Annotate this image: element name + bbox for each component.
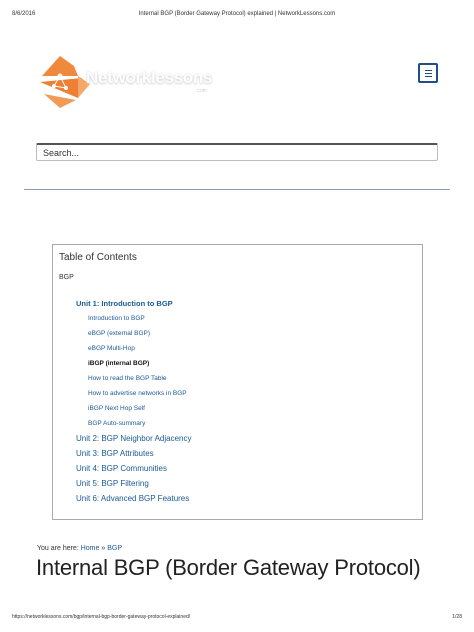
toc-lesson-ibgp-current: iBGP (internal BGP) bbox=[88, 360, 150, 367]
print-url: https://networklessons.com/bgp/internal-… bbox=[12, 614, 191, 620]
table-of-contents: Table of Contents BGP Unit 1: Introducti… bbox=[52, 244, 423, 520]
breadcrumb: You are here: Home » BGP bbox=[37, 545, 122, 552]
toc-lesson-introduction-to-bgp[interactable]: Introduction to BGP bbox=[88, 315, 145, 322]
toc-unit-2[interactable]: Unit 2: BGP Neighbor Adjacency bbox=[76, 434, 191, 443]
header-divider bbox=[24, 189, 450, 190]
logo-subtext: .com bbox=[196, 88, 207, 94]
breadcrumb-bgp-link[interactable]: BGP bbox=[107, 545, 122, 552]
print-header: 8/6/2016 Internal BGP (Border Gateway Pr… bbox=[12, 11, 462, 21]
toc-lesson-read-bgp-table[interactable]: How to read the BGP Table bbox=[88, 375, 167, 382]
toc-lesson-ibgp-next-hop-self[interactable]: iBGP Next Hop Self bbox=[88, 405, 145, 412]
toc-lesson-bgp-auto-summary[interactable]: BGP Auto-summary bbox=[88, 420, 145, 427]
print-page-number: 1/28 bbox=[452, 614, 462, 620]
toc-lesson-ebgp-multi-hop[interactable]: eBGP Multi-Hop bbox=[88, 345, 135, 352]
breadcrumb-prefix: You are here: bbox=[37, 545, 79, 552]
toc-root-topic: BGP bbox=[59, 274, 74, 281]
toc-lesson-ebgp[interactable]: eBGP (external BGP) bbox=[88, 330, 150, 337]
breadcrumb-separator: » bbox=[101, 545, 106, 552]
search-input[interactable] bbox=[43, 146, 423, 159]
toc-unit-6[interactable]: Unit 6: Advanced BGP Features bbox=[76, 494, 189, 503]
toc-unit-1[interactable]: Unit 1: Introduction to BGP bbox=[76, 299, 173, 308]
toc-unit-5[interactable]: Unit 5: BGP Filtering bbox=[76, 479, 149, 488]
toc-unit-3[interactable]: Unit 3: BGP Attributes bbox=[76, 449, 154, 458]
breadcrumb-home-link[interactable]: Home bbox=[81, 545, 100, 552]
page-title: Internal BGP (Border Gateway Protocol) bbox=[36, 555, 421, 580]
menu-button[interactable] bbox=[418, 63, 438, 83]
logo-text: Networklessons bbox=[86, 68, 213, 87]
toc-title: Table of Contents bbox=[59, 252, 137, 263]
page: 8/6/2016 Internal BGP (Border Gateway Pr… bbox=[0, 0, 474, 632]
print-document-title: Internal BGP (Border Gateway Protocol) e… bbox=[138, 11, 336, 17]
search-box[interactable] bbox=[36, 143, 438, 161]
toc-unit-4[interactable]: Unit 4: BGP Communities bbox=[76, 464, 167, 473]
site-logo[interactable]: Networklessons .com bbox=[38, 54, 216, 110]
toc-lesson-advertise-networks[interactable]: How to advertise networks in BGP bbox=[88, 390, 187, 397]
